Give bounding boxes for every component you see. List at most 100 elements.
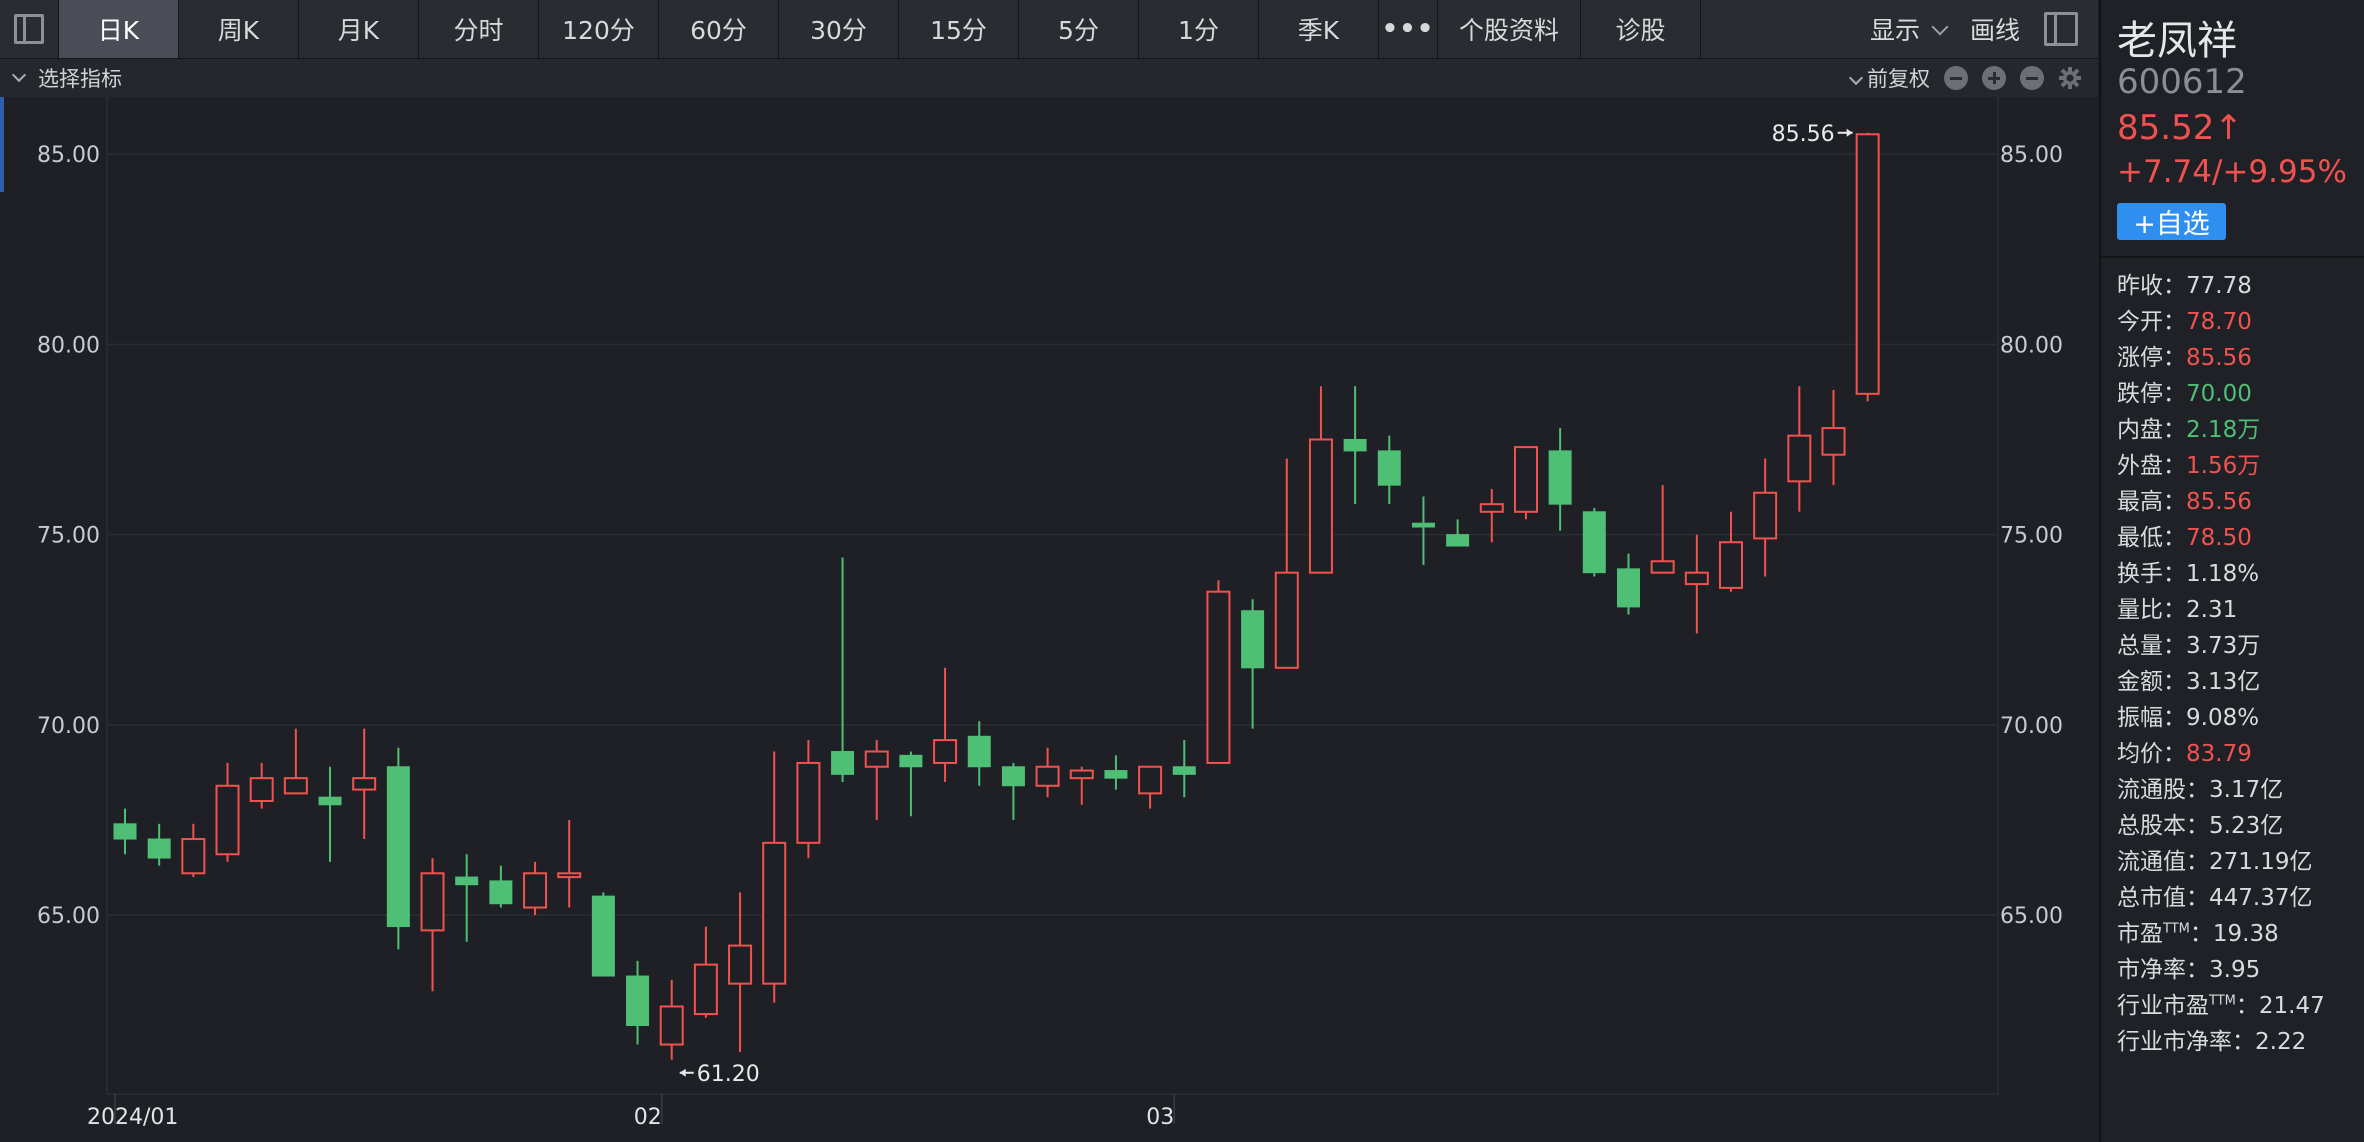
- y-tick-label-right: 75.00: [2000, 524, 2063, 549]
- min-price-label: 61.20: [697, 1062, 760, 1087]
- candle-body-down: [489, 880, 513, 905]
- stat-value: 3.73万: [2186, 633, 2261, 659]
- candle-body-down: [899, 754, 923, 768]
- chart-controls: 前复权: [1848, 63, 2098, 93]
- tab-120min[interactable]: 120分: [539, 0, 659, 58]
- candle-body-up: [283, 777, 308, 795]
- candle-body-up: [762, 841, 787, 985]
- indicator-selector[interactable]: 选择指标: [0, 63, 122, 93]
- quote-panel: 老凤祥 600612 85.52↑ +7.74/+9.95% +自选 昨收：77…: [2099, 0, 2364, 1142]
- more-periods-button[interactable]: •••: [1379, 0, 1438, 58]
- indicator-label: 选择指标: [38, 67, 122, 91]
- stat-label: 涨停：: [2117, 345, 2186, 371]
- candle-body-up: [249, 777, 274, 802]
- period-toolbar: 日K 周K 月K 分时 120分 60分 30分 15分 5分 1分 季K ••…: [0, 0, 2098, 59]
- candle-body-up: [523, 872, 548, 909]
- y-tick-label-left: 65.00: [37, 904, 100, 929]
- stat-label: 市净率：: [2117, 957, 2209, 983]
- tab-60min[interactable]: 60分: [659, 0, 779, 58]
- add-watchlist-button[interactable]: +自选: [2117, 203, 2226, 240]
- candle-body-down: [113, 823, 137, 840]
- stat-label: 总股本：: [2117, 813, 2209, 839]
- collapse-icon[interactable]: [2020, 66, 2044, 90]
- tab-intraday[interactable]: 分时: [419, 0, 539, 58]
- right-panel-toggle-icon[interactable]: [2044, 12, 2078, 46]
- max-price-arrowhead: [1846, 128, 1853, 137]
- stat-value: 447.37亿: [2209, 885, 2313, 911]
- kline-chart[interactable]: 85.00 85.00 80.00 80.00 75.00 75.00 70.00 70.00…: [0, 97, 2098, 1142]
- stat-row: 金额：3.13亿: [2117, 662, 2362, 698]
- chevron-down-icon: [1848, 70, 1864, 86]
- left-panel-toggle[interactable]: [0, 0, 59, 58]
- candle-body-up: [352, 777, 377, 791]
- tab-1min[interactable]: 1分: [1139, 0, 1259, 58]
- candle-body-down: [1001, 766, 1025, 787]
- candle-body-down: [147, 838, 171, 859]
- tab-stock-profile[interactable]: 个股资料: [1438, 0, 1581, 58]
- stat-label: 外盘：: [2117, 453, 2186, 479]
- stat-value: 83.79: [2186, 741, 2252, 767]
- candle-body-down: [591, 895, 615, 977]
- tab-5min[interactable]: 5分: [1019, 0, 1139, 58]
- tab-week-k[interactable]: 周K: [179, 0, 299, 58]
- candle-body-up: [1650, 560, 1675, 574]
- x-tick-label: 2024/01: [87, 1105, 178, 1130]
- stat-row: 今开：78.70: [2117, 302, 2362, 338]
- candle-body-up: [1821, 427, 1846, 456]
- gear-icon[interactable]: [2058, 66, 2082, 90]
- stat-row: 昨收：77.78: [2117, 266, 2362, 302]
- candle-body-up: [864, 750, 889, 768]
- stat-label: 行业市盈: [2117, 993, 2209, 1019]
- stat-label: 内盘：: [2117, 417, 2186, 443]
- toolbar-right: 显示 画线: [1870, 0, 2098, 58]
- candle-body-up: [1069, 769, 1094, 780]
- stat-label-suffix: TTM: [2209, 993, 2236, 1009]
- stat-label: 最高：: [2117, 489, 2186, 515]
- kline-chart-area[interactable]: 85.00 85.00 80.00 80.00 75.00 75.00 70.00 70.00…: [0, 97, 2098, 1142]
- stat-row: 换手：1.18%: [2117, 554, 2362, 590]
- candle-body-down: [455, 876, 479, 886]
- candle-body-up: [1479, 503, 1504, 513]
- stat-value: 3.95: [2209, 957, 2261, 983]
- stat-row: 市盈TTM：19.38: [2117, 914, 2362, 950]
- tab-15min[interactable]: 15分: [899, 0, 1019, 58]
- adjust-selector[interactable]: 前复权: [1848, 63, 1930, 93]
- tab-month-k[interactable]: 月K: [299, 0, 419, 58]
- tab-day-k[interactable]: 日K: [59, 0, 179, 58]
- candle-body-up: [1718, 541, 1743, 589]
- candle-body-down: [1446, 534, 1470, 547]
- tab-quarter-k[interactable]: 季K: [1259, 0, 1379, 58]
- candle-body-up: [1684, 571, 1709, 586]
- y-tick-label-right: 80.00: [2000, 333, 2063, 358]
- stat-label-colon: ：: [2235, 993, 2259, 1019]
- stat-row: 总市值：447.37亿: [2117, 878, 2362, 914]
- candle-body-up: [1206, 590, 1231, 764]
- candle-body-down: [831, 751, 855, 775]
- zoom-in-icon[interactable]: [1982, 66, 2006, 90]
- stat-row: 最高：85.56: [2117, 482, 2362, 518]
- candle-body-up: [557, 872, 582, 879]
- tab-diagnosis[interactable]: 诊股: [1581, 0, 1701, 58]
- draw-lines-button[interactable]: 画线: [1970, 11, 2020, 47]
- candle-body-up: [1855, 133, 1880, 395]
- candle-body-down: [1377, 450, 1401, 486]
- panel-divider: [2101, 256, 2364, 258]
- tab-30min[interactable]: 30分: [779, 0, 899, 58]
- stat-row: 总股本：5.23亿: [2117, 806, 2362, 842]
- candle-body-up: [1035, 765, 1060, 787]
- stat-label: 流通值：: [2117, 849, 2209, 875]
- display-menu[interactable]: 显示: [1870, 11, 1949, 47]
- stat-value: 2.31: [2186, 597, 2238, 623]
- x-tick-label: 02: [634, 1105, 662, 1130]
- zoom-out-icon[interactable]: [1944, 66, 1968, 90]
- stat-row: 市净率：3.95: [2117, 950, 2362, 986]
- stat-label: 最低：: [2117, 525, 2186, 551]
- stat-label: 流通股：: [2117, 777, 2209, 803]
- stat-label: 今开：: [2117, 309, 2186, 335]
- stat-row: 流通值：271.19亿: [2117, 842, 2362, 878]
- candle-body-up: [1753, 491, 1778, 540]
- stat-value: 85.56: [2186, 345, 2252, 371]
- stat-row: 最低：78.50: [2117, 518, 2362, 554]
- stat-value: 5.23亿: [2209, 813, 2284, 839]
- y-tick-label-right: 85.00: [2000, 143, 2063, 168]
